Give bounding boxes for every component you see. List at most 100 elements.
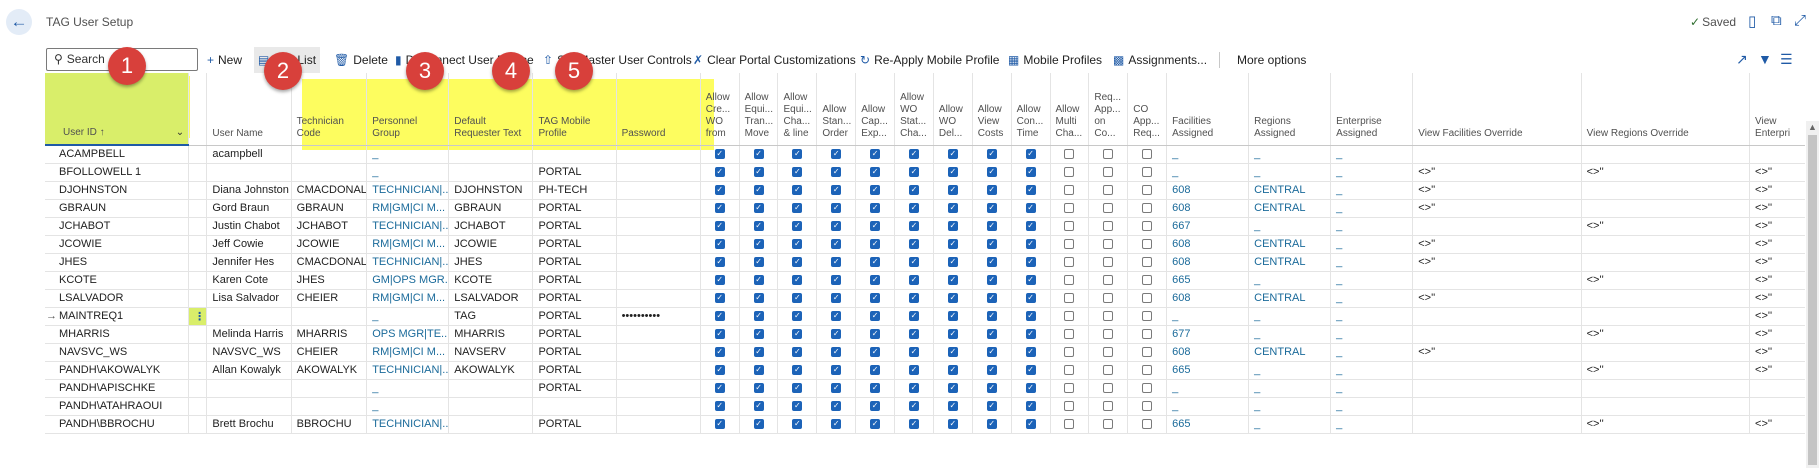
requester-cell[interactable]: NAVSERV: [448, 343, 534, 362]
permission-checkbox-cell[interactable]: [1127, 235, 1168, 254]
checkbox-checked[interactable]: ✓: [908, 185, 919, 196]
permission-checkbox-cell[interactable]: ✓: [972, 181, 1012, 200]
checkbox-checked[interactable]: ✓: [831, 347, 842, 358]
checkbox-unchecked[interactable]: [1064, 347, 1075, 358]
checkbox-checked[interactable]: ✓: [870, 329, 881, 340]
permission-checkbox-cell[interactable]: ✓: [1011, 253, 1051, 272]
permission-checkbox-cell[interactable]: ✓: [739, 361, 779, 380]
facilities-cell[interactable]: 677: [1166, 325, 1250, 344]
password-cell[interactable]: [616, 343, 701, 362]
permission-checkbox-cell[interactable]: ✓: [700, 343, 740, 362]
checkbox-checked[interactable]: ✓: [908, 311, 919, 322]
table-row[interactable]: PANDH\BBROCHU Brett Brochu BBROCHU TECHNICI…: [45, 415, 1805, 434]
regions-cell[interactable]: CENTRAL: [1248, 199, 1332, 218]
permission-checkbox-cell[interactable]: ✓: [1011, 307, 1051, 326]
permission-checkbox-cell[interactable]: ✓: [894, 199, 934, 218]
checkbox-checked[interactable]: ✓: [986, 347, 997, 358]
checkbox-checked[interactable]: ✓: [908, 419, 919, 430]
permission-checkbox-cell[interactable]: [1127, 217, 1168, 236]
password-cell[interactable]: [616, 379, 701, 398]
checkbox-checked[interactable]: ✓: [831, 311, 842, 322]
checkbox-checked[interactable]: ✓: [753, 185, 764, 196]
column-header[interactable]: Technician Code: [291, 73, 368, 146]
permission-checkbox-cell[interactable]: ✓: [777, 361, 818, 380]
checkbox-checked[interactable]: ✓: [1025, 383, 1036, 394]
checkbox-checked[interactable]: ✓: [870, 419, 881, 430]
table-row[interactable]: JCOWIE Jeff Cowie JCOWIE RM|GM|CI M... JCOWI…: [45, 235, 1805, 254]
regions-cell[interactable]: _: [1248, 379, 1332, 398]
checkbox-checked[interactable]: ✓: [908, 401, 919, 412]
permission-checkbox-cell[interactable]: ✓: [972, 361, 1012, 380]
permission-checkbox-cell[interactable]: ✓: [855, 163, 896, 182]
checkbox-checked[interactable]: ✓: [831, 329, 842, 340]
permission-checkbox-cell[interactable]: ✓: [700, 415, 740, 434]
checkbox-checked[interactable]: ✓: [753, 401, 764, 412]
user-id-column-cell[interactable]: BFOLLOWELL 1: [45, 163, 190, 182]
permission-checkbox-cell[interactable]: [1088, 235, 1129, 254]
user-name-cell[interactable]: Brett Brochu: [206, 415, 292, 434]
checkbox-checked[interactable]: ✓: [753, 419, 764, 430]
checkbox-checked[interactable]: ✓: [870, 401, 881, 412]
checkbox-unchecked[interactable]: [1103, 257, 1114, 268]
checkbox-unchecked[interactable]: [1142, 347, 1153, 358]
permission-checkbox-cell[interactable]: ✓: [894, 415, 934, 434]
permission-checkbox-cell[interactable]: ✓: [816, 199, 857, 218]
checkbox-unchecked[interactable]: [1064, 257, 1075, 268]
permission-checkbox-cell[interactable]: ✓: [739, 253, 779, 272]
permission-checkbox-cell[interactable]: ✓: [855, 199, 896, 218]
user-id-column-cell[interactable]: NAVSVC_WS: [45, 343, 190, 362]
permission-checkbox-cell[interactable]: ✓: [1011, 397, 1051, 416]
permission-checkbox-cell[interactable]: [1050, 163, 1090, 182]
regions-cell[interactable]: CENTRAL: [1248, 289, 1332, 308]
checkbox-checked[interactable]: ✓: [792, 203, 803, 214]
permission-checkbox-cell[interactable]: ✓: [933, 379, 973, 398]
permission-checkbox-cell[interactable]: [1088, 361, 1129, 380]
checkbox-unchecked[interactable]: [1103, 167, 1114, 178]
permission-checkbox-cell[interactable]: ✓: [816, 343, 857, 362]
permission-checkbox-cell[interactable]: ✓: [1011, 199, 1051, 218]
permission-checkbox-cell[interactable]: ✓: [972, 217, 1012, 236]
permission-checkbox-cell[interactable]: ✓: [894, 271, 934, 290]
user-name-cell[interactable]: Diana Johnston: [206, 181, 292, 200]
checkbox-unchecked[interactable]: [1142, 275, 1153, 286]
row-menu-icon[interactable]: [188, 397, 208, 416]
requester-cell[interactable]: [448, 145, 534, 164]
permission-checkbox-cell[interactable]: ✓: [933, 271, 973, 290]
row-menu-icon[interactable]: [188, 379, 208, 398]
enterprise-cell[interactable]: _: [1330, 343, 1414, 362]
permission-checkbox-cell[interactable]: ✓: [894, 163, 934, 182]
checkbox-checked[interactable]: ✓: [986, 221, 997, 232]
personnel-group-cell[interactable]: _: [366, 379, 450, 398]
checkbox-checked[interactable]: ✓: [714, 401, 725, 412]
requester-cell[interactable]: [448, 379, 534, 398]
regions-cell[interactable]: _: [1248, 397, 1332, 416]
checkbox-checked[interactable]: ✓: [986, 293, 997, 304]
profile-cell[interactable]: PORTAL: [532, 199, 617, 218]
facilities-cell[interactable]: _: [1166, 163, 1250, 182]
view-ent-cell[interactable]: <>'': [1749, 307, 1805, 326]
enterprise-cell[interactable]: _: [1330, 235, 1414, 254]
permission-checkbox-cell[interactable]: [1127, 199, 1168, 218]
user-id-cell[interactable]: JCOWIE: [59, 238, 102, 250]
user-name-cell[interactable]: NAVSVC_WS: [206, 343, 292, 362]
checkbox-checked[interactable]: ✓: [986, 311, 997, 322]
permission-checkbox-cell[interactable]: ✓: [739, 235, 779, 254]
view-reg-cell[interactable]: [1581, 379, 1751, 398]
checkbox-checked[interactable]: ✓: [986, 167, 997, 178]
permission-checkbox-cell[interactable]: ✓: [816, 163, 857, 182]
permission-checkbox-cell[interactable]: [1050, 343, 1090, 362]
permission-checkbox-cell[interactable]: ✓: [777, 163, 818, 182]
user-id-column-cell[interactable]: JCOWIE: [45, 235, 190, 254]
permission-checkbox-cell[interactable]: ✓: [894, 343, 934, 362]
profile-cell[interactable]: PORTAL: [532, 379, 617, 398]
enterprise-cell[interactable]: _: [1330, 217, 1414, 236]
user-id-column-cell[interactable]: JCHABOT: [45, 217, 190, 236]
permission-checkbox-cell[interactable]: [1050, 253, 1090, 272]
permission-checkbox-cell[interactable]: [1050, 307, 1090, 326]
permission-checkbox-cell[interactable]: ✓: [1011, 379, 1051, 398]
permission-checkbox-cell[interactable]: ✓: [855, 415, 896, 434]
tech-code-cell[interactable]: JCHABOT: [291, 217, 368, 236]
user-name-cell[interactable]: Karen Cote: [206, 271, 292, 290]
password-cell[interactable]: [616, 325, 701, 344]
checkbox-checked[interactable]: ✓: [908, 203, 919, 214]
